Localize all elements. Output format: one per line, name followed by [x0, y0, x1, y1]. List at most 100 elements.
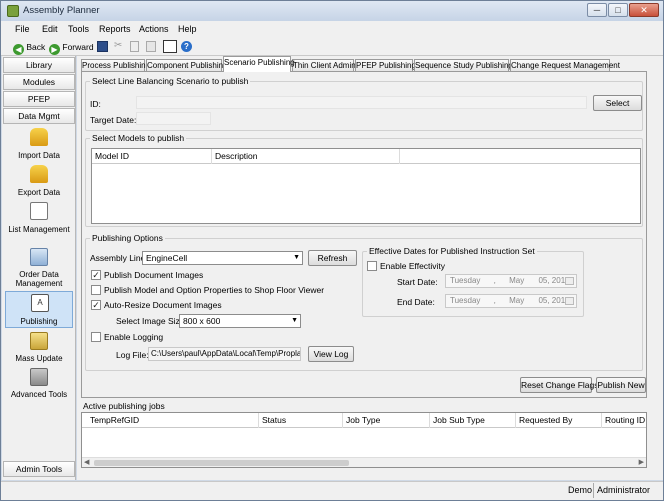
sidebar-item-label: Export Data	[17, 188, 61, 197]
copy-icon[interactable]	[130, 41, 139, 52]
menu-file[interactable]: File	[15, 24, 30, 34]
horizontal-scrollbar[interactable]: ◀ ▶	[82, 457, 646, 467]
target-date-label: Target Date:	[90, 115, 137, 125]
sidebar-data-mgmt-button[interactable]: Data Mgmt	[3, 108, 75, 124]
start-date-picker[interactable]: Tuesday , May 05, 2015	[445, 274, 577, 288]
effective-dates-group: Effective Dates for Published Instructio…	[362, 246, 584, 317]
column-temprefgid[interactable]: TempRefGID	[87, 413, 259, 428]
forward-button[interactable]: ▶ Forward	[49, 40, 94, 55]
sidebar-item-mass-update[interactable]: Mass Update	[5, 332, 73, 366]
dropdown-arrow-icon: ▼	[291, 317, 298, 324]
auto-resize-label: Auto-Resize Document Images	[104, 300, 222, 310]
menu-help[interactable]: Help	[178, 24, 197, 34]
calendar-icon[interactable]	[565, 297, 574, 305]
status-divider	[593, 483, 594, 498]
enable-logging-checkbox[interactable]	[91, 332, 101, 342]
publishing-options-label: Publishing Options	[90, 233, 165, 243]
column-job-type[interactable]: Job Type	[343, 413, 430, 428]
tab-scenario-publishing[interactable]: Scenario Publishing	[223, 56, 295, 72]
menu-edit[interactable]: Edit	[42, 24, 58, 34]
refresh-button[interactable]: Refresh	[308, 250, 357, 266]
window-title: Assembly Planner	[23, 5, 100, 16]
publish-model-option-checkbox[interactable]	[91, 285, 101, 295]
sidebar: Library Modules PFEP Data Mgmt Import Da…	[2, 56, 76, 480]
panel-toggle-icon[interactable]	[163, 40, 177, 53]
help-icon[interactable]: ?	[181, 41, 192, 52]
scroll-left-icon[interactable]: ◀	[84, 458, 89, 466]
maximize-button[interactable]: □	[608, 3, 628, 17]
menu-tools[interactable]: Tools	[68, 24, 89, 34]
sidebar-item-export-data[interactable]: Export Data	[5, 165, 73, 199]
end-day: 05	[538, 296, 548, 305]
dropdown-arrow-icon: ▼	[293, 254, 300, 261]
assembly-line-value: EngineCell	[146, 253, 188, 263]
tools-icon	[30, 368, 48, 386]
mass-update-icon	[30, 332, 48, 350]
start-day: 05	[538, 276, 548, 285]
sidebar-item-label: Order Data Management	[15, 270, 63, 288]
column-routing-id[interactable]: Routing ID	[602, 413, 646, 428]
image-size-select[interactable]: 800 x 600 ▼	[179, 314, 301, 328]
column-requested-by[interactable]: Requested By	[516, 413, 602, 428]
menu-reports[interactable]: Reports	[99, 24, 131, 34]
publish-new-button[interactable]: Publish New	[596, 377, 646, 393]
app-icon	[7, 5, 19, 17]
main-area: Process Publishing Component Publishing …	[77, 56, 663, 480]
active-jobs-grid[interactable]: TempRefGID Status Job Type Job Sub Type …	[81, 412, 647, 468]
publish-document-images-checkbox[interactable]: ✓	[91, 270, 101, 280]
log-file-field[interactable]: C:\Users\paul\AppData\Local\Temp\Proplan…	[148, 347, 301, 361]
database-import-icon	[30, 128, 48, 146]
image-size-label: Select Image Size:	[116, 316, 187, 326]
column-description[interactable]: Description	[212, 149, 400, 164]
sidebar-item-list-management[interactable]: List Management	[5, 202, 73, 244]
minimize-button[interactable]: ─	[587, 3, 607, 17]
sidebar-item-import-data[interactable]: Import Data	[5, 128, 73, 162]
view-log-button[interactable]: View Log	[308, 346, 354, 362]
assembly-line-select[interactable]: EngineCell ▼	[142, 251, 303, 265]
column-job-sub-type[interactable]: Job Sub Type	[430, 413, 516, 428]
sidebar-modules-button[interactable]: Modules	[3, 74, 75, 90]
sidebar-item-label: List Management	[8, 225, 70, 234]
back-label: Back	[26, 42, 46, 52]
sidebar-item-order-data-management[interactable]: Order Data Management	[5, 248, 73, 290]
sidebar-admin-tools-button[interactable]: Admin Tools	[3, 461, 75, 477]
sidebar-item-publishing[interactable]: A Publishing	[5, 291, 73, 328]
scenario-id-field[interactable]	[136, 96, 587, 109]
cut-icon[interactable]: ✂	[114, 40, 122, 51]
calendar-icon[interactable]	[565, 277, 574, 285]
list-icon	[30, 202, 48, 220]
forward-label: Forward	[62, 42, 94, 52]
column-model-id[interactable]: Model ID	[92, 149, 212, 164]
active-jobs-label: Active publishing jobs	[83, 401, 165, 411]
log-file-label: Log File:	[116, 350, 149, 360]
enable-effectivity-checkbox[interactable]	[367, 261, 377, 271]
title-bar: Assembly Planner ─ □ ✕	[1, 1, 663, 21]
scrollbar-thumb[interactable]	[94, 460, 349, 466]
effective-dates-label: Effective Dates for Published Instructio…	[367, 246, 537, 256]
reset-change-flags-button[interactable]: Reset Change Flags	[520, 377, 599, 393]
id-label: ID:	[90, 99, 101, 109]
save-icon[interactable]	[97, 41, 108, 52]
target-date-field[interactable]	[136, 112, 211, 125]
column-status[interactable]: Status	[259, 413, 343, 428]
close-button[interactable]: ✕	[629, 3, 659, 17]
sidebar-item-label: Publishing	[20, 317, 58, 326]
status-bar: Demo Administrator	[1, 481, 663, 500]
scroll-right-icon[interactable]: ▶	[639, 458, 644, 466]
back-arrow-icon: ◀	[13, 44, 24, 55]
publish-model-option-label: Publish Model and Option Properties to S…	[104, 285, 325, 295]
sidebar-item-advanced-tools[interactable]: Advanced Tools	[5, 368, 73, 410]
end-date-picker[interactable]: Tuesday , May 05, 2015	[445, 294, 577, 308]
menu-actions[interactable]: Actions	[139, 24, 169, 34]
end-date-label: End Date:	[397, 297, 435, 307]
sidebar-pfep-button[interactable]: PFEP	[3, 91, 75, 107]
paste-icon[interactable]	[146, 41, 156, 52]
menu-bar: File Edit Tools Reports Actions Help	[1, 21, 663, 38]
models-group-label: Select Models to publish	[90, 133, 187, 143]
select-button[interactable]: Select	[593, 95, 642, 111]
auto-resize-checkbox[interactable]: ✓	[91, 300, 101, 310]
models-grid[interactable]: Model ID Description	[91, 148, 641, 224]
publishing-options-group: Publishing Options Assembly Line EngineC…	[85, 233, 643, 371]
sidebar-library-button[interactable]: Library	[3, 57, 75, 73]
status-user: Administrator	[597, 485, 651, 495]
